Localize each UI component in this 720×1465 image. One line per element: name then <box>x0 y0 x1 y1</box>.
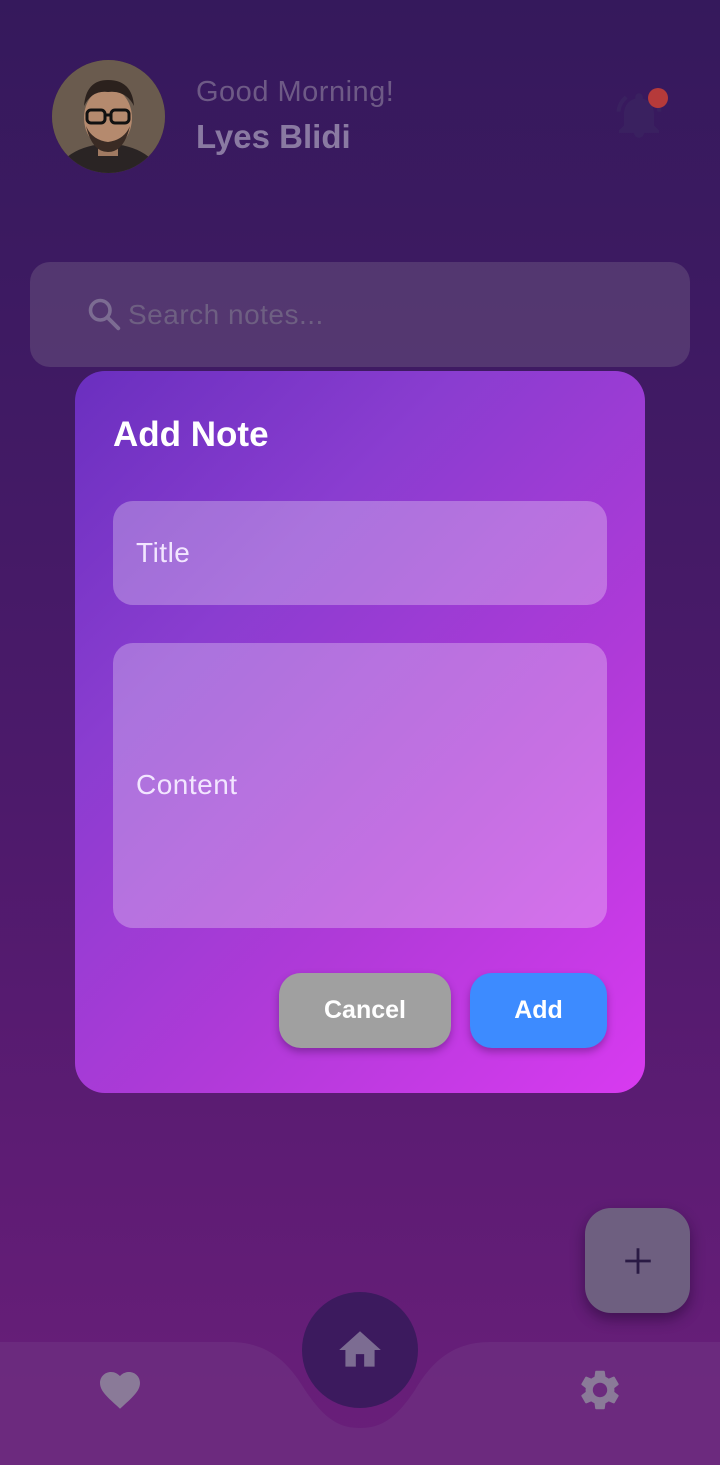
content-input[interactable] <box>113 643 607 928</box>
greeting-text: Good Morning! <box>196 76 395 108</box>
content-field[interactable] <box>113 643 607 928</box>
search-bar[interactable] <box>30 262 690 367</box>
home-icon <box>339 1331 381 1367</box>
nav-home-button[interactable] <box>302 1292 418 1408</box>
add-button[interactable]: Add <box>470 973 607 1048</box>
search-input[interactable] <box>128 292 648 338</box>
add-note-fab[interactable] <box>585 1208 690 1313</box>
cancel-button[interactable]: Cancel <box>279 973 451 1048</box>
user-name: Lyes Blidi <box>196 118 351 155</box>
title-field[interactable] <box>113 501 607 605</box>
add-note-dialog: Add Note Cancel Add <box>75 371 645 1093</box>
notification-badge <box>648 88 668 108</box>
gear-icon <box>581 1370 619 1410</box>
nav-settings-button[interactable] <box>576 1366 624 1414</box>
title-input[interactable] <box>113 501 607 605</box>
notification-button[interactable] <box>614 88 668 142</box>
plus-icon <box>624 1247 651 1274</box>
nav-favorites-button[interactable] <box>94 1366 146 1414</box>
avatar-photo <box>52 60 165 173</box>
dialog-title: Add Note <box>113 415 269 454</box>
avatar[interactable] <box>52 60 165 173</box>
search-icon <box>88 298 121 331</box>
heart-icon <box>100 1372 140 1409</box>
